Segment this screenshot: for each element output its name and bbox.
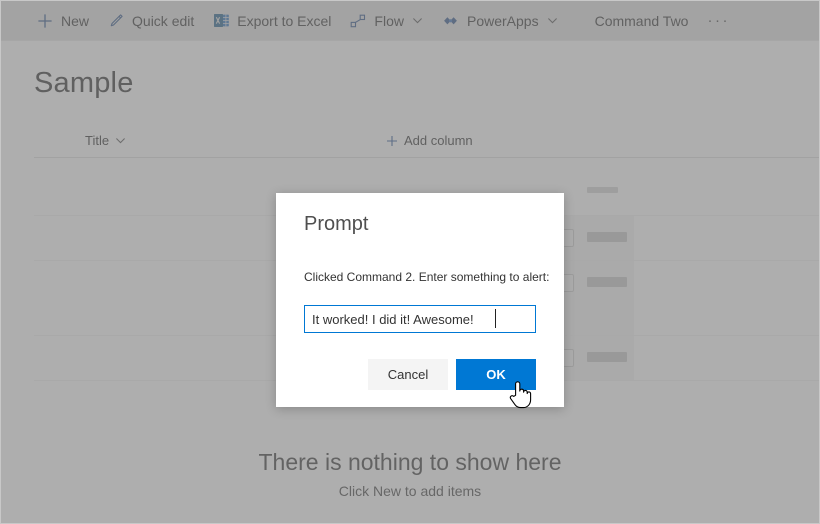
dialog-title: Prompt: [304, 213, 369, 235]
dialog-message: Clicked Command 2. Enter something to al…: [304, 270, 550, 284]
prompt-input[interactable]: [304, 305, 536, 333]
ok-button[interactable]: OK: [456, 359, 536, 390]
modal-overlay-commandbar-shade: [1, 1, 819, 40]
dialog-button-row: Cancel OK: [304, 359, 536, 390]
cancel-button[interactable]: Cancel: [368, 359, 448, 390]
app-window: New Quick edit Export to: [0, 0, 820, 524]
text-caret: [495, 309, 496, 328]
prompt-dialog: Prompt Clicked Command 2. Enter somethin…: [276, 193, 564, 407]
